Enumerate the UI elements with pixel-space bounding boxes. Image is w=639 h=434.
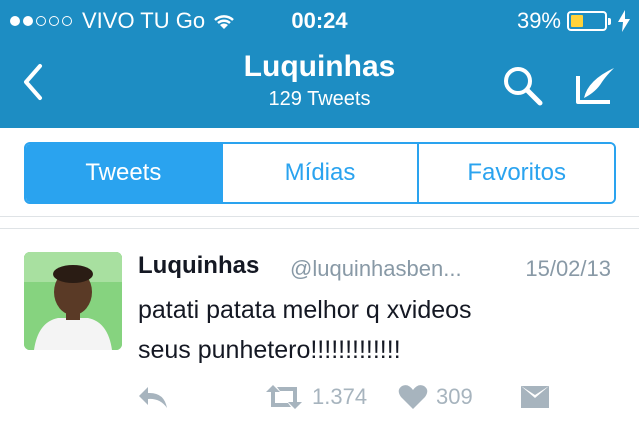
avatar[interactable] [24,252,122,350]
charging-icon [618,10,630,32]
retweet-count: 1.374 [312,384,368,409]
tab-favorites[interactable]: Favoritos [417,144,614,202]
tweet-text-line: patati patata melhor q xvideos [138,296,472,324]
divider [0,228,639,229]
avatar-image [24,252,122,350]
tweet-actions: 1.374 309 [136,384,616,416]
retweet-button[interactable]: 1.374 [264,384,367,410]
battery-icon [567,11,611,31]
tweet-date: 15/02/13 [525,256,611,281]
profile-tabs: Tweets Mídias Favoritos [24,142,616,204]
tweet-author-handle[interactable]: @luquinhasben... [290,256,462,282]
like-count: 309 [436,384,473,409]
reply-icon [139,387,167,408]
heart-icon [398,385,428,409]
retweet-icon [266,385,302,409]
direct-message-button[interactable] [520,384,550,410]
compose-icon[interactable] [572,62,622,108]
tweet-text-line: seus punhetero!!!!!!!!!!!!! [138,336,401,364]
like-button[interactable]: 309 [398,384,473,410]
status-right: 39% [517,8,631,34]
battery-fill [571,15,583,27]
status-bar: VIVO TU Go 00:24 39% [0,0,639,40]
divider [0,216,639,217]
tab-media[interactable]: Mídias [220,144,418,202]
reply-button[interactable] [136,384,170,410]
tweet-author-name[interactable]: Luquinhas [138,252,259,280]
battery-percent: 39% [516,8,561,33]
direct-message-icon [521,386,549,408]
search-icon[interactable] [498,62,548,108]
tweet-text: patati patata melhor q xvideos seus punh… [138,290,608,370]
tab-tweets[interactable]: Tweets [26,144,221,202]
navigation-bar: VIVO TU Go 00:24 39% Luquinhas 129 Tweet… [0,0,639,128]
